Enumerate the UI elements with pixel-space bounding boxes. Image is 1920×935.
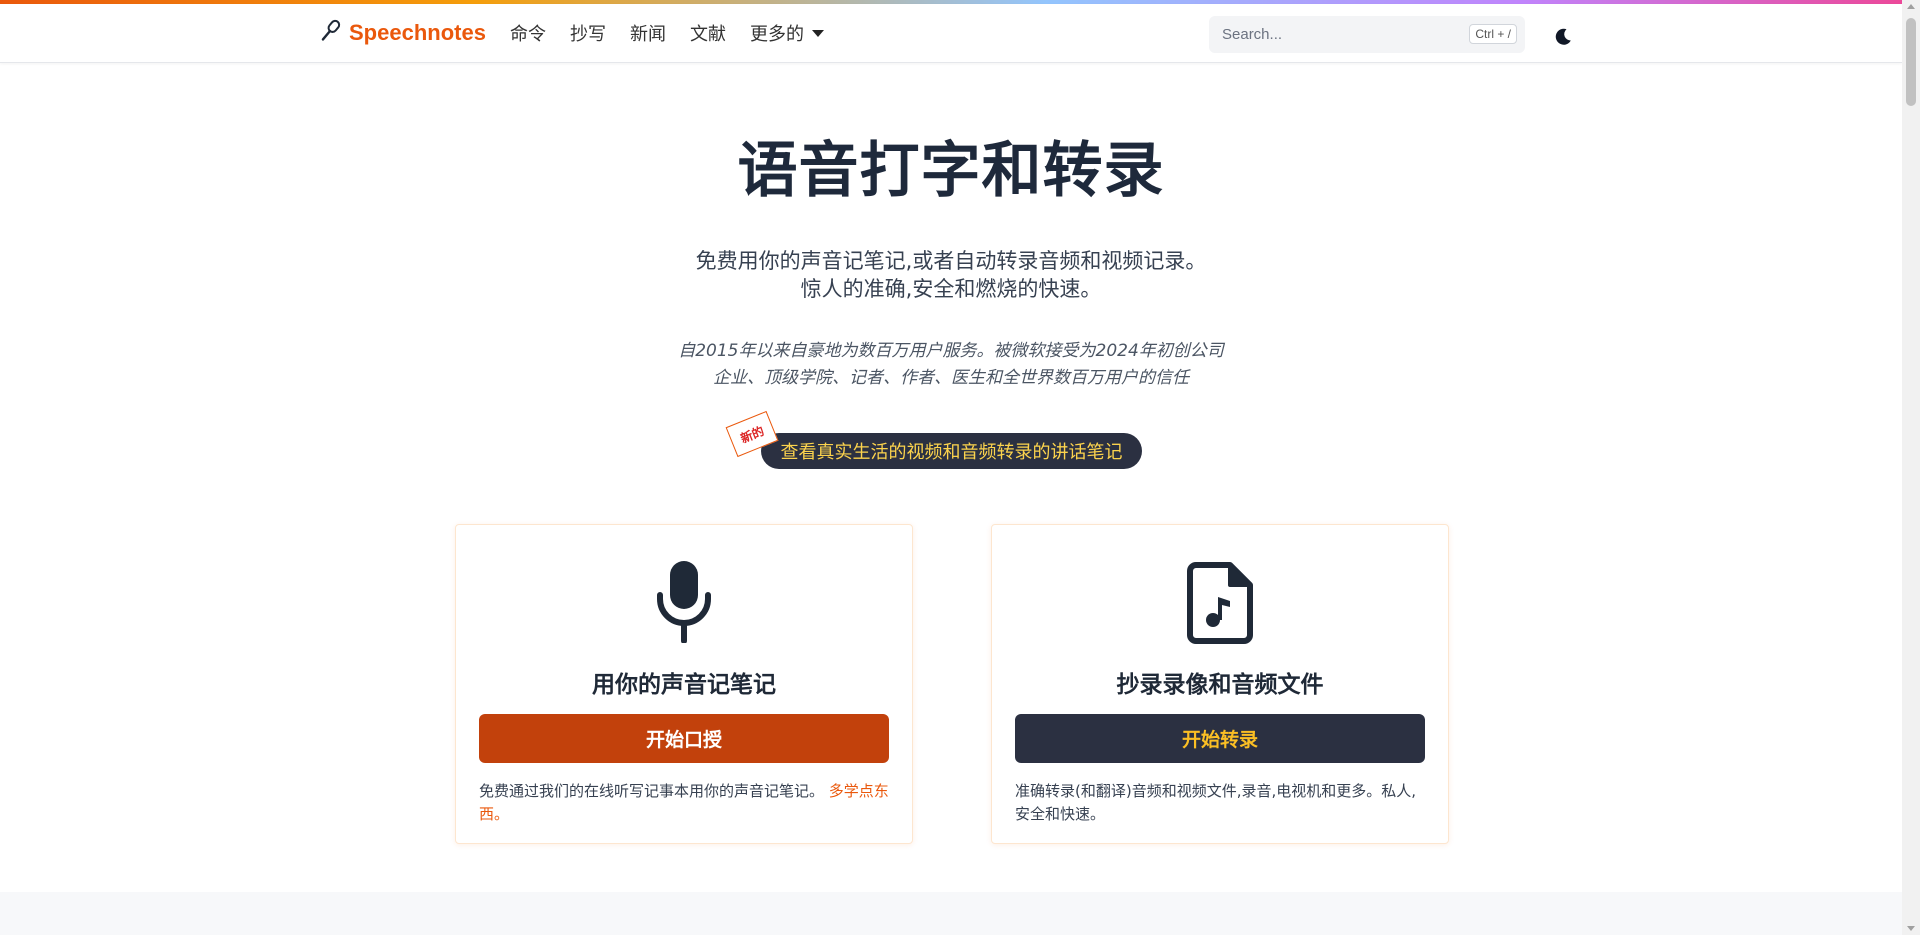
card-icon-wrapper	[456, 561, 912, 645]
nav-links: 命令 抄写 新闻 文献 更多的	[510, 20, 824, 46]
navbar: Speechnotes 命令 抄写 新闻 文献 更多的 Ctrl + /	[0, 4, 1902, 63]
nav-link-more-label: 更多的	[750, 24, 804, 45]
page-title: 语音打字和转录	[737, 136, 1165, 206]
scroll-up-arrow-icon[interactable]	[1907, 4, 1915, 9]
nav-link-news[interactable]: 新闻	[630, 20, 666, 46]
real-life-examples-link[interactable]: 查看真实生活的视频和音频转录的讲话笔记	[761, 433, 1142, 469]
theme-toggle-button[interactable]	[1552, 26, 1574, 48]
hero-subtitle-line-2: 惊人的准确,安全和燃烧的快速。	[800, 277, 1102, 301]
chevron-down-icon	[812, 29, 824, 37]
page-scrollbar[interactable]	[1902, 0, 1920, 935]
scroll-down-arrow-icon[interactable]	[1907, 926, 1915, 931]
search-shortcut-hint: Ctrl + /	[1469, 24, 1517, 44]
search-box[interactable]: Ctrl + /	[1209, 16, 1525, 53]
hero-subtitle-line-1: 免费用你的声音记笔记,或者自动转录音频和视频记录。	[695, 249, 1207, 273]
audio-file-icon	[1187, 562, 1253, 644]
hero-subtitle: 免费用你的声音记笔记,或者自动转录音频和视频记录。 惊人的准确,安全和燃烧的快速…	[0, 247, 1902, 303]
transcription-card-description: 准确转录(和翻译)音频和视频文件,录音,电视机和更多。私人,安全和快速。	[1015, 782, 1417, 823]
dictation-card-description: 免费通过我们的在线听写记事本用你的声音记笔记。 多学点东西。	[479, 780, 889, 826]
moon-icon	[1555, 28, 1571, 45]
start-dictation-button[interactable]: 开始口授	[479, 714, 889, 763]
nav-link-commands[interactable]: 命令	[510, 20, 546, 46]
dictation-card: 用你的声音记笔记 开始口授 免费通过我们的在线听写记事本用你的声音记笔记。 多学…	[455, 524, 913, 844]
dictation-card-title: 用你的声音记笔记	[592, 672, 776, 698]
dictation-description-text: 免费通过我们的在线听写记事本用你的声音记笔记。	[479, 782, 825, 800]
next-section-background	[0, 892, 1902, 935]
nav-link-transcribe[interactable]: 抄写	[570, 20, 606, 46]
scrollbar-thumb[interactable]	[1906, 18, 1916, 106]
trust-statement: 自2015年以来自豪地为数百万用户服务。被微软接受为2024年初创公司 企业、顶…	[0, 338, 1902, 392]
nav-link-docs[interactable]: 文献	[690, 20, 726, 46]
start-transcription-button[interactable]: 开始转录	[1015, 714, 1425, 763]
microphone-icon	[317, 18, 343, 48]
card-icon-wrapper	[992, 561, 1448, 645]
trust-line-2: 企业、顶级学院、记者、作者、医生和全世界数百万用户的信任	[713, 368, 1189, 388]
trust-line-1: 自2015年以来自豪地为数百万用户服务。被微软接受为2024年初创公司	[678, 341, 1224, 361]
search-input[interactable]	[1209, 18, 1464, 51]
nav-link-more-dropdown[interactable]: 更多的	[750, 20, 824, 46]
brand-name: Speechnotes	[349, 20, 486, 45]
microphone-icon	[657, 561, 711, 643]
transcription-card: 抄录录像和音频文件 开始转录 准确转录(和翻译)音频和视频文件,录音,电视机和更…	[991, 524, 1449, 844]
transcription-card-title: 抄录录像和音频文件	[1116, 672, 1324, 698]
brand-logo-link[interactable]: Speechnotes	[317, 18, 486, 48]
